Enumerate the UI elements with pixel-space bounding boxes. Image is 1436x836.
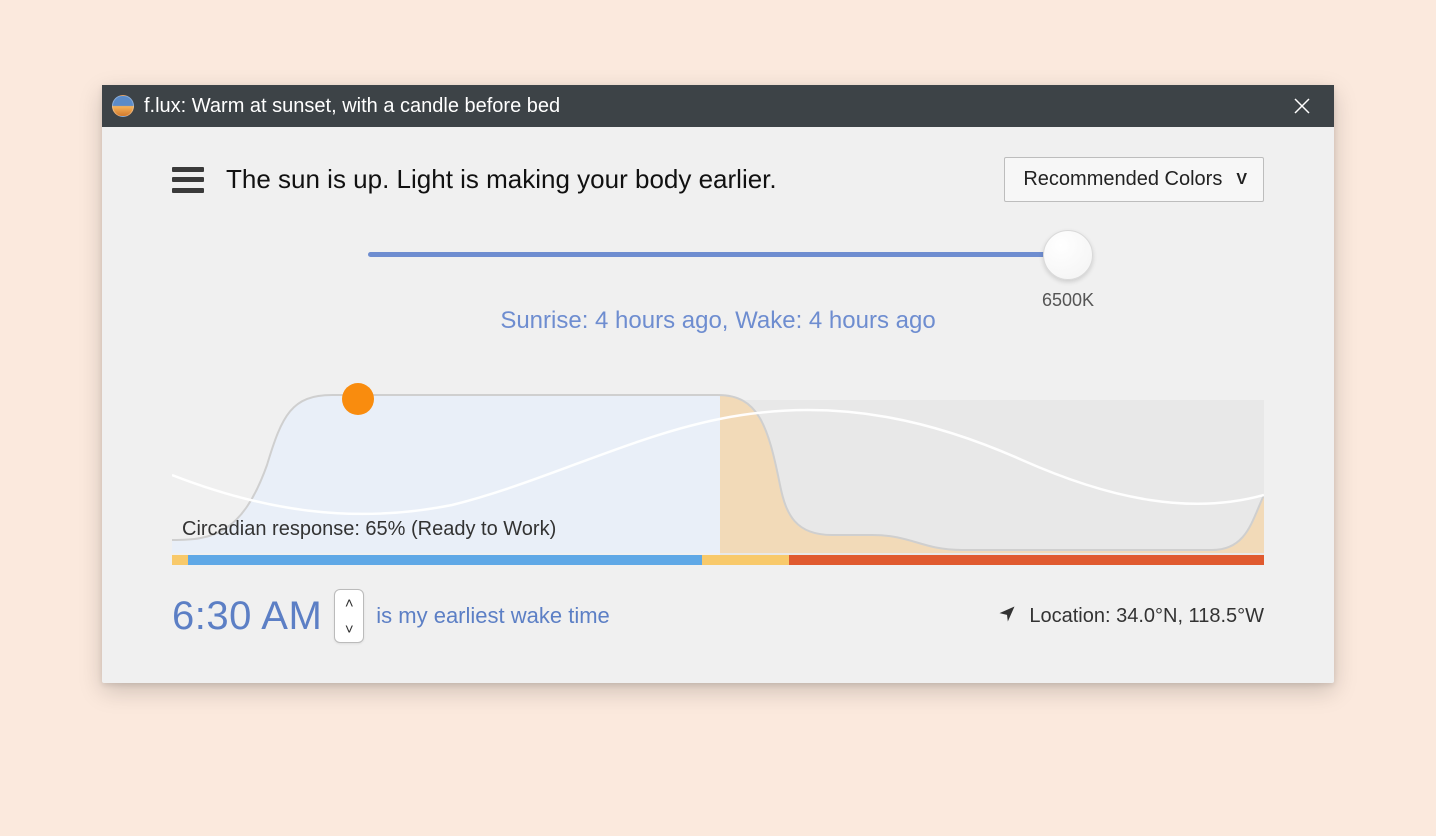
location-button[interactable]: Location: 34.0°N, 118.5°W <box>997 604 1264 629</box>
status-text: The sun is up. Light is making your body… <box>226 164 777 195</box>
sunrise-wake-text: Sunrise: 4 hours ago, Wake: 4 hours ago <box>172 307 1264 335</box>
bottom-row: 6:30 AM ˄ ˅ is my earliest wake time Loc… <box>172 589 1264 643</box>
slider-track <box>368 252 1068 257</box>
menu-button[interactable] <box>172 167 204 193</box>
slider-knob[interactable] <box>1043 230 1093 280</box>
header-row: The sun is up. Light is making your body… <box>172 157 1264 202</box>
wake-time-label: is my earliest wake time <box>376 603 610 629</box>
timeline-segment-predawn <box>172 555 188 565</box>
wake-time-up-button[interactable]: ˄ <box>335 590 363 616</box>
circadian-response-label: Circadian response: 65% (Ready to Work) <box>182 518 556 541</box>
wake-time-group: 6:30 AM ˄ ˅ is my earliest wake time <box>172 589 610 643</box>
chevron-down-icon: V <box>1236 171 1245 189</box>
wake-time-stepper[interactable]: ˄ ˅ <box>334 589 364 643</box>
client-area: The sun is up. Light is making your body… <box>102 127 1334 683</box>
close-button[interactable] <box>1288 92 1316 120</box>
preset-label: Recommended Colors <box>1023 168 1222 191</box>
timeline-bar <box>172 555 1264 565</box>
titlebar: f.lux: Warm at sunset, with a candle bef… <box>102 85 1334 127</box>
window-title: f.lux: Warm at sunset, with a candle bef… <box>144 95 560 118</box>
wake-time-value: 6:30 AM <box>172 594 322 639</box>
location-arrow-icon <box>997 604 1017 629</box>
app-icon <box>112 95 134 117</box>
location-text: Location: 34.0°N, 118.5°W <box>1029 605 1264 628</box>
slider-value-label: 6500K <box>1038 290 1098 311</box>
timeline-segment-night <box>789 555 1264 565</box>
hamburger-icon <box>172 167 204 172</box>
timeline-segment-sunset <box>702 555 789 565</box>
sun-position-marker <box>342 383 374 415</box>
timeline-segment-day <box>188 555 701 565</box>
close-icon <box>1294 98 1310 114</box>
circadian-graph: Circadian response: 65% (Ready to Work) <box>102 365 1334 565</box>
wake-time-down-button[interactable]: ˅ <box>335 616 363 642</box>
color-preset-dropdown[interactable]: Recommended Colors V <box>1004 157 1264 202</box>
flux-window: f.lux: Warm at sunset, with a candle bef… <box>102 85 1334 683</box>
color-temp-slider[interactable]: 6500K <box>368 252 1068 257</box>
